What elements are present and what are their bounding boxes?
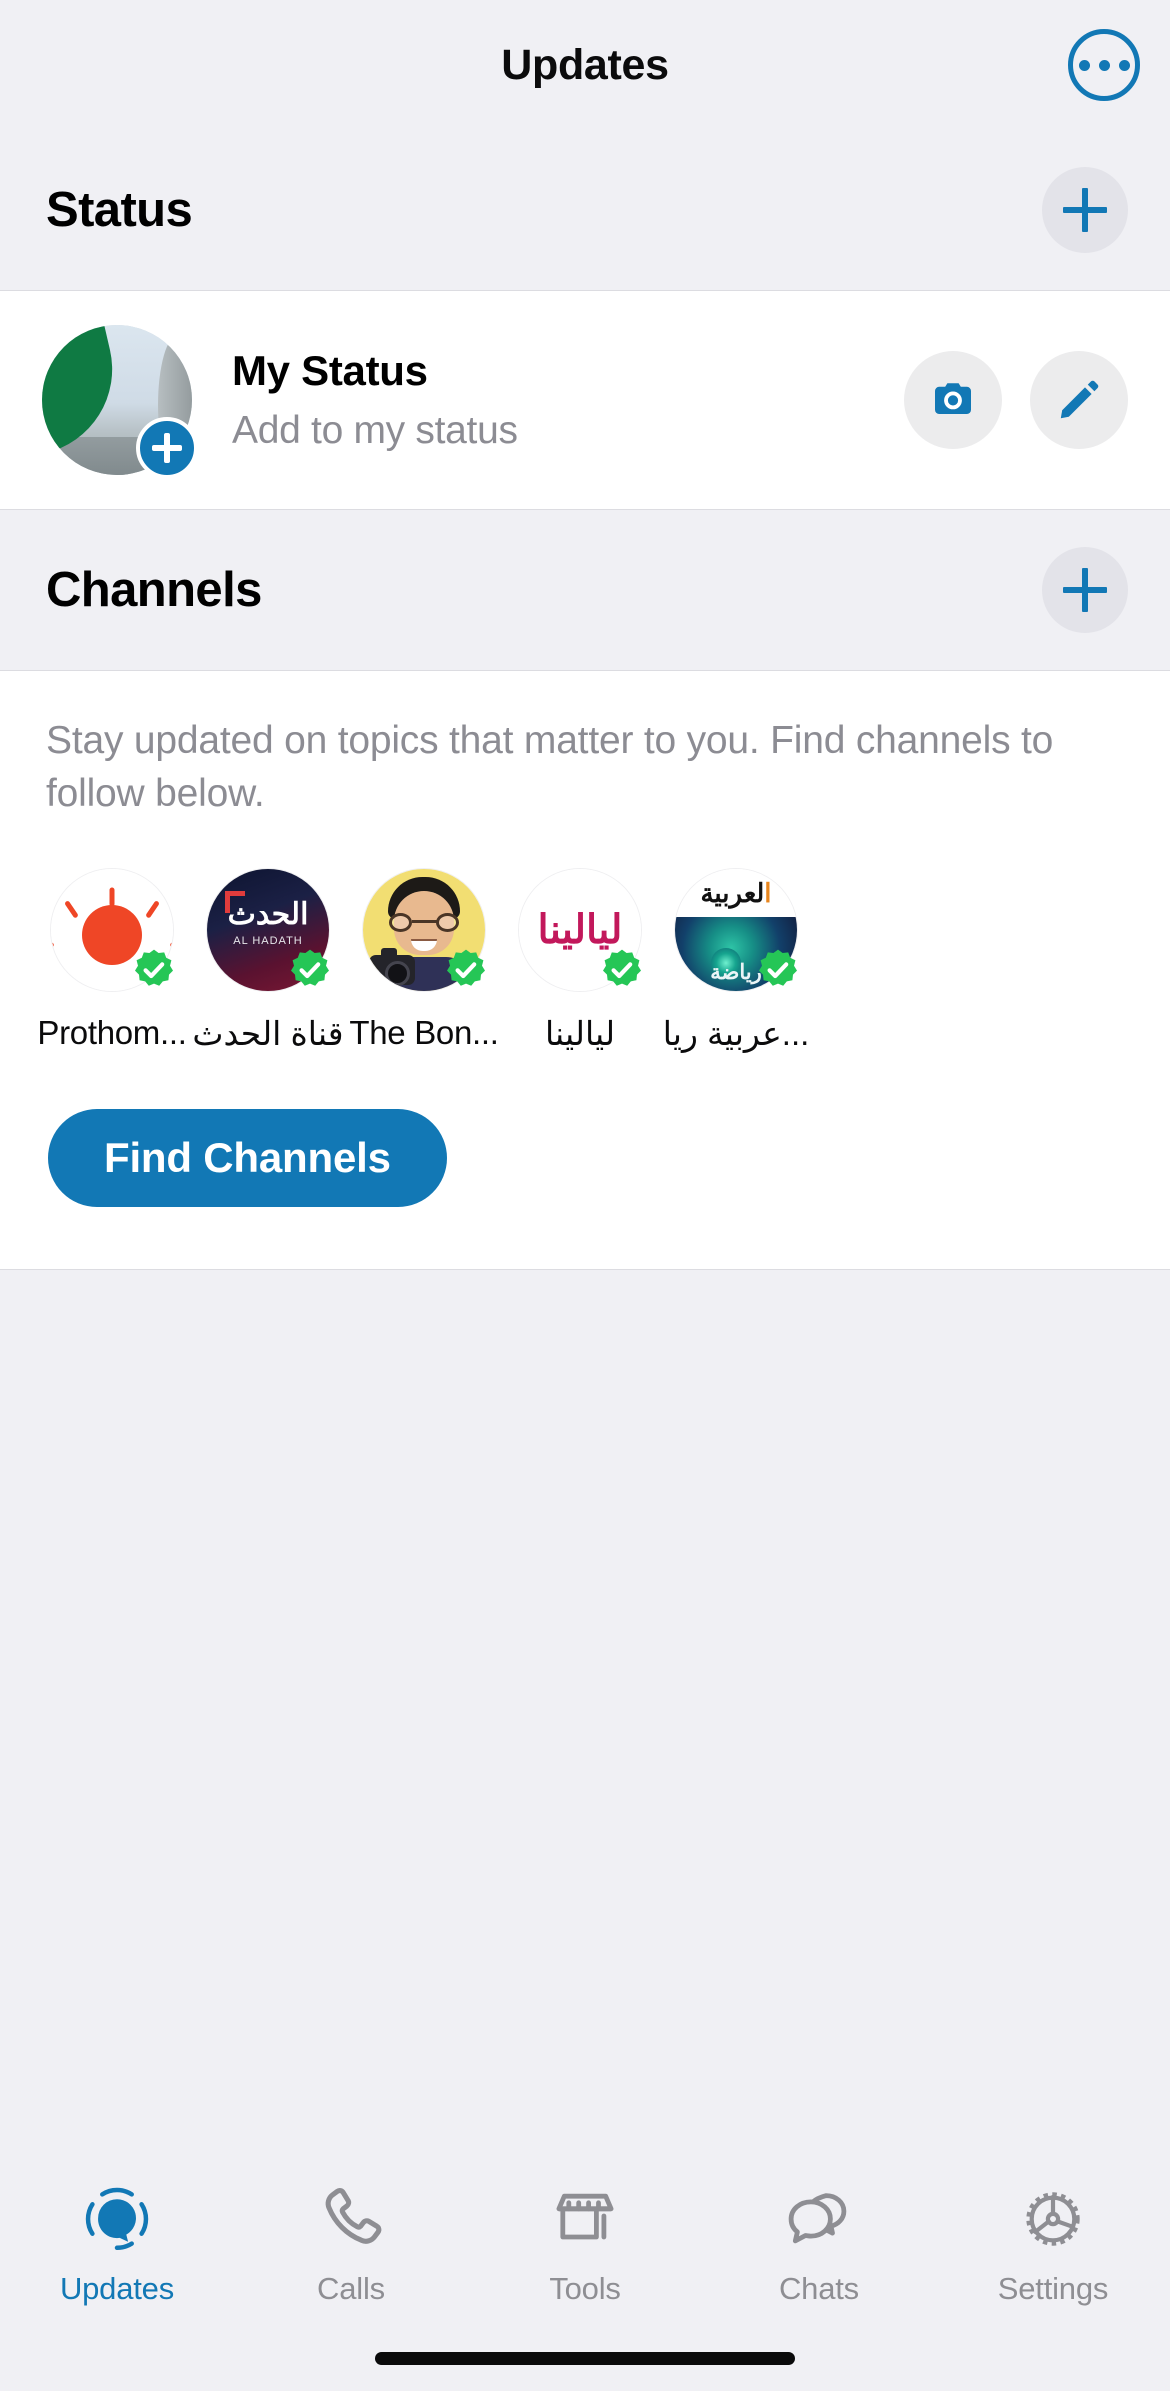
updates-icon [81, 2181, 153, 2257]
channels-section-header: Channels [0, 510, 1170, 670]
avatar[interactable] [42, 325, 198, 479]
more-dot [1078, 59, 1090, 71]
tab-calls[interactable]: Calls [234, 2181, 468, 2307]
status-section-header: Status [0, 130, 1170, 290]
home-indicator [375, 2352, 795, 2365]
channel-item[interactable]: الحدث AL HADATH قناة الحدث [190, 868, 346, 1053]
verified-badge-icon [598, 946, 646, 994]
channel-name: Prothom... [37, 1014, 187, 1052]
status-camera-button[interactable] [904, 351, 1002, 449]
verified-badge-icon [286, 946, 334, 994]
tab-label: Calls [317, 2271, 385, 2306]
more-dot [1098, 59, 1110, 71]
verified-badge-icon [754, 946, 802, 994]
my-status-text: My Status Add to my status [232, 347, 904, 453]
channel-item[interactable]: The Bon... [346, 868, 502, 1053]
channels-card: Stay updated on topics that matter to yo… [0, 670, 1170, 1271]
my-status-row[interactable]: My Status Add to my status [0, 291, 1170, 509]
verified-badge-icon [442, 946, 490, 994]
tab-label: Chats [779, 2271, 859, 2306]
add-status-badge[interactable] [136, 417, 198, 479]
verified-badge-icon [130, 946, 178, 994]
channel-item[interactable]: Prothom... [34, 868, 190, 1053]
plus-icon [1063, 188, 1107, 232]
storefront-icon [549, 2181, 621, 2257]
my-status-subtitle: Add to my status [232, 409, 518, 452]
channel-suggestions-strip[interactable]: Prothom... الحدث AL HADATH قناة الحدث Th… [0, 820, 1170, 1053]
header-bar: Updates [0, 0, 1170, 130]
chat-bubbles-icon [783, 2181, 855, 2257]
gear-icon [1017, 2181, 1089, 2257]
phone-icon [315, 2181, 387, 2257]
tab-chats[interactable]: Chats [702, 2181, 936, 2307]
add-status-button[interactable] [1042, 167, 1128, 253]
status-edit-button[interactable] [1030, 351, 1128, 449]
my-status-name: My Status [232, 347, 428, 394]
tab-updates[interactable]: Updates [0, 2181, 234, 2307]
more-dot [1118, 59, 1130, 71]
my-status-card: My Status Add to my status [0, 290, 1170, 510]
channels-section-title: Channels [46, 563, 262, 617]
status-actions [904, 351, 1128, 449]
tab-settings[interactable]: Settings [936, 2181, 1170, 2307]
channel-name: عربية ريا... [662, 1015, 810, 1053]
find-channels-button[interactable]: Find Channels [48, 1109, 447, 1208]
updates-screen: Updates Status My Status Add to my statu… [0, 0, 1170, 2391]
channel-item[interactable]: العربية رياضة عربية ريا... [658, 868, 814, 1053]
empty-area [0, 1270, 1170, 1971]
tab-label: Tools [549, 2271, 621, 2306]
tab-label: Settings [997, 2271, 1109, 2306]
channel-item[interactable]: ليالينا ليالينا [502, 868, 658, 1053]
status-section-title: Status [46, 183, 193, 237]
tab-tools[interactable]: Tools [468, 2181, 702, 2307]
channel-name: ليالينا [544, 1015, 616, 1053]
channel-name: قناة الحدث [192, 1015, 344, 1053]
plus-icon [152, 433, 182, 463]
channel-name: The Bon... [349, 1014, 499, 1052]
tab-label: Updates [59, 2271, 175, 2306]
plus-icon [1063, 568, 1107, 612]
add-channel-button[interactable] [1042, 547, 1128, 633]
more-horizontal-circle-icon[interactable] [1068, 29, 1140, 101]
page-title: Updates [501, 40, 669, 89]
pencil-icon [1060, 380, 1099, 419]
camera-icon [935, 383, 971, 414]
channels-description: Stay updated on topics that matter to yo… [46, 719, 1054, 815]
